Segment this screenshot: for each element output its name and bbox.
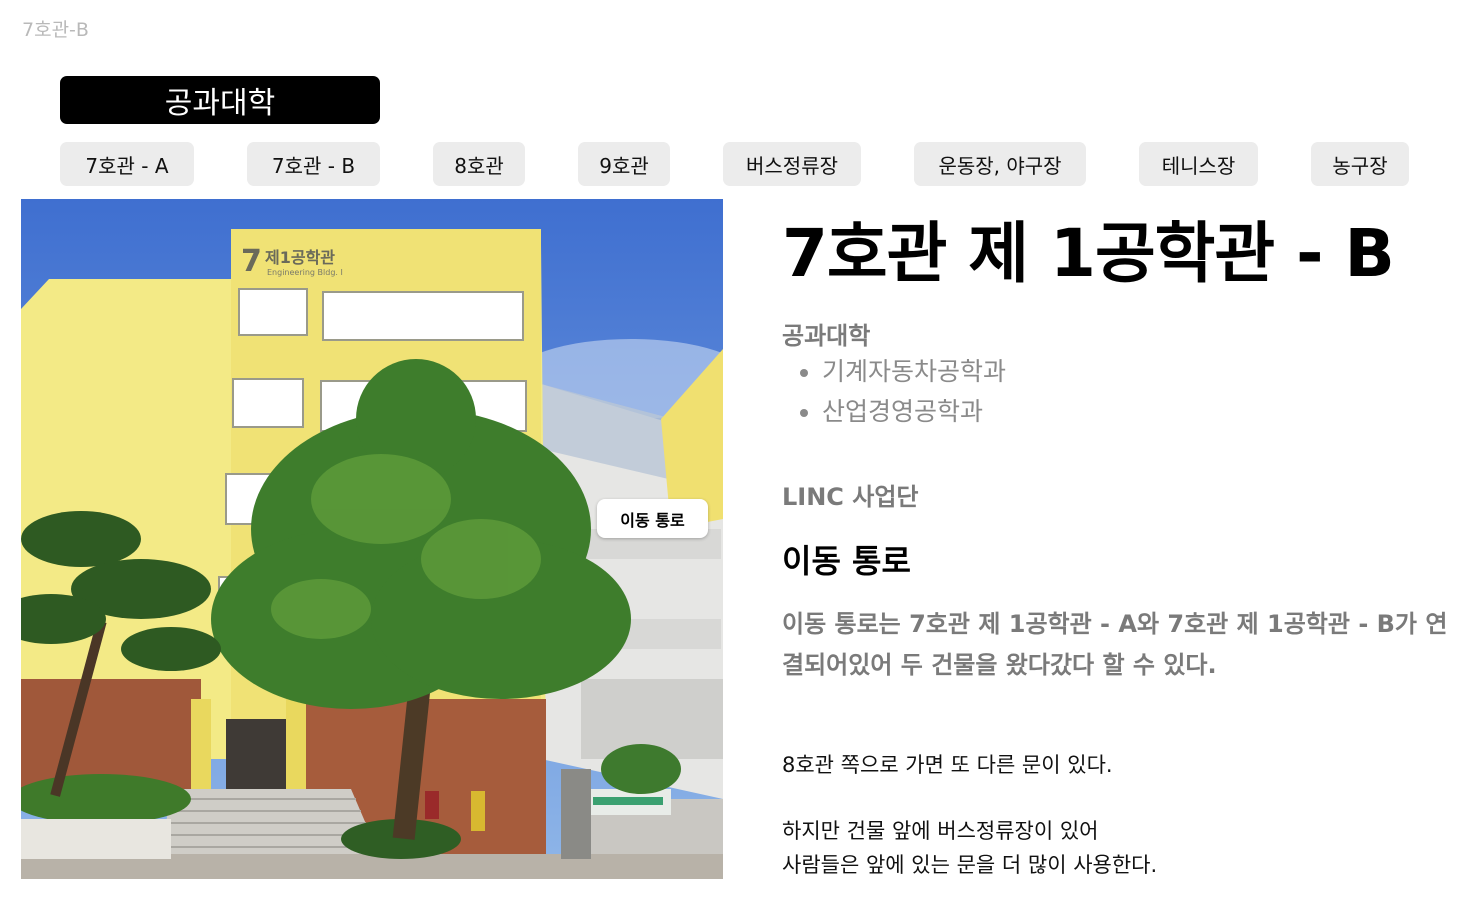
sign-number: 7 <box>241 244 262 279</box>
building-photo: 7 제1공학관 Engineering Bldg. I <box>21 199 723 879</box>
route-description: 이동 통로는 7호관 제 1공학관 - A와 7호관 제 1공학관 - B가 연… <box>782 610 1448 679</box>
building-title: 7호관 제 1공학관 - B <box>782 215 1395 292</box>
tab-9[interactable]: 9호관 <box>578 142 670 186</box>
tab-7-a[interactable]: 7호관 - A <box>60 142 194 186</box>
list-item: 기계자동차공학과 <box>822 352 1006 392</box>
college-name: 공과대학 <box>782 322 871 350</box>
tab-8[interactable]: 8호관 <box>433 142 525 186</box>
route-note: 8호관 쪽으로 가면 또 다른 문이 있다. <box>782 753 1113 777</box>
route-note-line: 하지만 건물 앞에 버스정류장이 있어 <box>782 819 1099 843</box>
sign-korean: 제1공학관 <box>265 248 335 267</box>
tab-tennis-court[interactable]: 테니스장 <box>1139 142 1258 186</box>
college-category-button[interactable]: 공과대학 <box>60 76 380 124</box>
tab-7-b[interactable]: 7호관 - B <box>247 142 380 186</box>
tab-bus-stop[interactable]: 버스정류장 <box>723 142 861 186</box>
route-photo-tag[interactable]: 이동 통로 <box>597 499 708 538</box>
route-heading: 이동 통로 <box>782 542 911 580</box>
tab-basketball-court[interactable]: 농구장 <box>1311 142 1409 186</box>
tab-playground-baseball[interactable]: 운동장, 야구장 <box>914 142 1086 186</box>
sign-english: Engineering Bldg. I <box>267 268 343 277</box>
organization-name: LINC 사업단 <box>782 483 919 511</box>
page-label: 7호관-B <box>22 19 89 41</box>
department-list: 기계자동차공학과 산업경영공학과 <box>782 352 1006 432</box>
route-note-line: 사람들은 앞에 있는 문을 더 많이 사용한다. <box>782 853 1158 877</box>
list-item: 산업경영공학과 <box>822 392 1006 432</box>
